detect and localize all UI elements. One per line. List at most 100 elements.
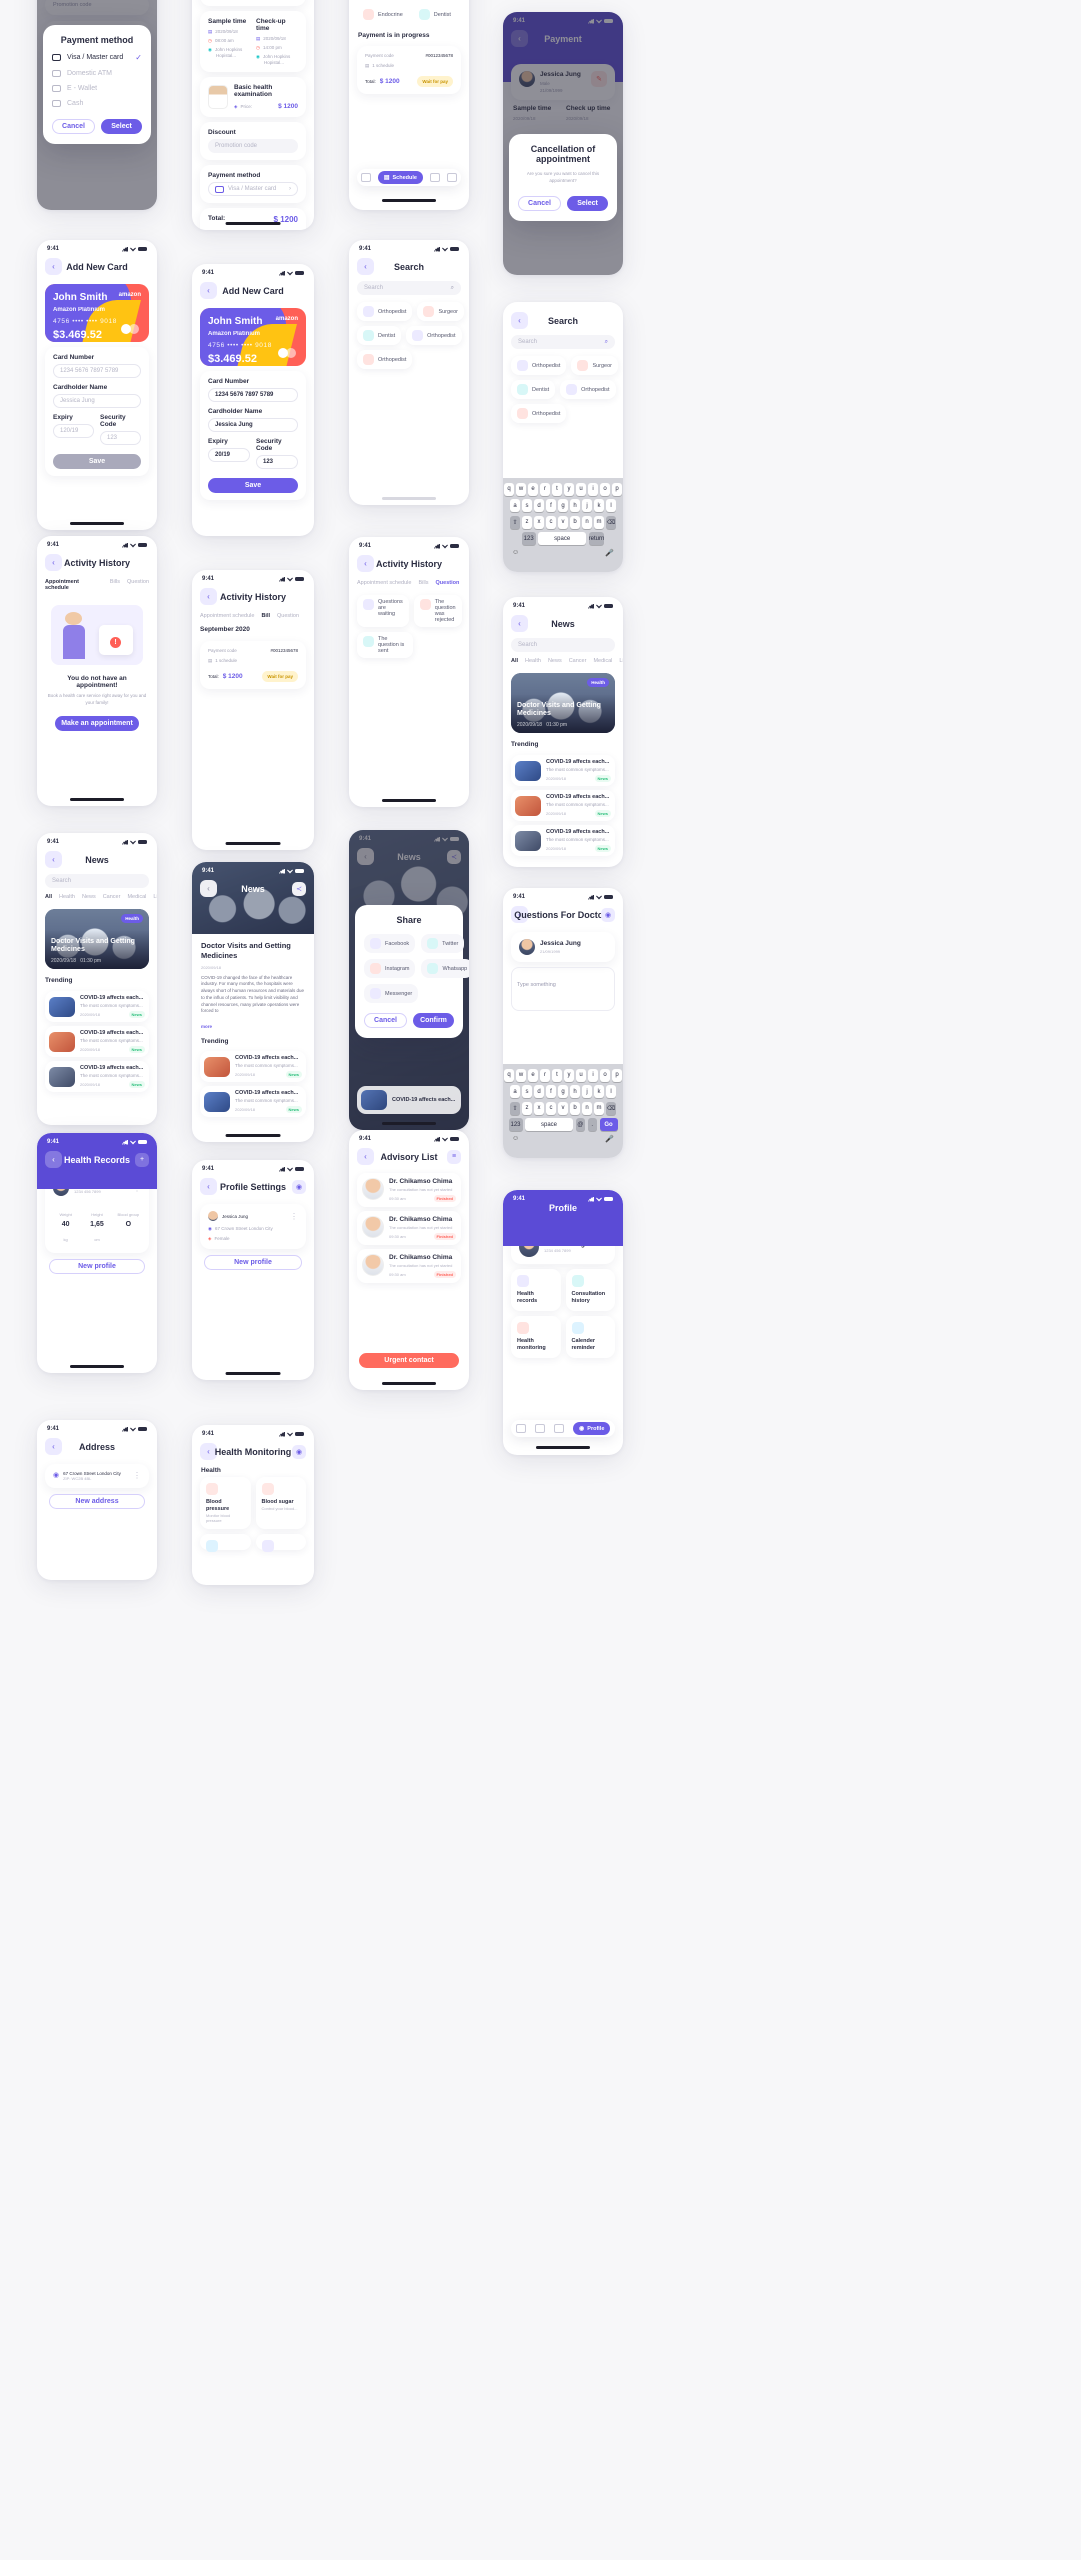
key-g[interactable]: g (558, 499, 568, 512)
profile-icon[interactable] (447, 173, 458, 182)
featured-article[interactable]: Health Doctor Visits and Getting Medicin… (511, 673, 615, 733)
key-x[interactable]: x (534, 515, 544, 529)
make-appointment-button[interactable]: Make an appointment (55, 716, 139, 732)
result-orthopedist[interactable]: Orthopedist (511, 356, 567, 375)
add-icon[interactable]: + (135, 1152, 149, 1167)
tile-health-monitoring[interactable]: Health monitoring (511, 1315, 561, 1358)
option-ewallet[interactable]: E - Wallet (52, 85, 142, 92)
back-icon[interactable]: ‹ (45, 258, 62, 275)
share-instagram[interactable]: Instagram (364, 959, 416, 978)
question-input[interactable]: Type something (517, 982, 556, 988)
key-s[interactable]: s (522, 1085, 532, 1098)
tile-health-records[interactable]: Health records (511, 1269, 561, 1311)
search-input[interactable]: Search ⌕ (511, 335, 615, 349)
tile-extra[interactable] (200, 1533, 251, 1552)
key-q[interactable]: q (504, 1068, 514, 1082)
key-n[interactable]: n (582, 1101, 592, 1115)
article-row[interactable]: COVID-19 affects each... The most common… (200, 1086, 306, 1117)
article-row[interactable]: COVID-19 affects each... The most common… (45, 1026, 149, 1057)
tab-bills[interactable]: Bills (110, 579, 120, 591)
go-key[interactable]: Go (599, 1118, 618, 1131)
key-p[interactable]: p (612, 1068, 622, 1082)
back-icon[interactable]: ‹ (200, 1443, 217, 1460)
back-icon[interactable]: ‹ (357, 1148, 374, 1165)
cancel-button[interactable]: Cancel (518, 195, 561, 211)
key-m[interactable]: m (594, 515, 604, 529)
article-row[interactable]: COVID-19 affects each... The most common… (511, 790, 615, 821)
key-h[interactable]: h (570, 499, 580, 512)
profile-card[interactable]: Jessica Jung ⋮ ◉ 67 Crown Street London C… (200, 1204, 306, 1249)
card-number-input[interactable]: 1234 5676 7897 5789 (208, 388, 298, 402)
tile-consultation-history[interactable]: Consultation history (565, 1269, 615, 1311)
tile-extra[interactable] (255, 1533, 306, 1552)
profile-tab[interactable]: ◉ Profile (573, 1422, 611, 1435)
key-l[interactable]: l (606, 1085, 616, 1098)
question-waiting[interactable]: Questions are waiting (357, 595, 409, 627)
article-row[interactable]: COVID-19 affects each... The most common… (511, 825, 615, 856)
advisory-row[interactable]: Dr. Chikamso Chima The consultation has … (357, 1211, 461, 1245)
share-facebook[interactable]: Facebook (364, 934, 416, 953)
user-icon[interactable]: ◉ (292, 1179, 306, 1194)
filter-cancer[interactable]: Cancer (103, 894, 121, 900)
filter-news[interactable]: News (548, 658, 562, 664)
tab-question[interactable]: Question (277, 613, 299, 619)
back-icon[interactable]: ‹ (511, 615, 528, 632)
cvv-input[interactable]: 123 (100, 431, 141, 445)
key-i[interactable]: i (588, 482, 598, 496)
cancel-button[interactable]: Cancel (364, 1013, 407, 1028)
home-icon[interactable] (360, 173, 371, 182)
share-icon[interactable]: ≺ (292, 881, 306, 896)
back-icon[interactable]: ‹ (200, 588, 217, 605)
urgent-contact-button[interactable]: Urgent contact (359, 1353, 459, 1368)
user-icon[interactable]: ◉ (601, 907, 615, 922)
chip-dentist[interactable]: Dentist (413, 5, 457, 24)
emoji-icon[interactable]: ☺ (512, 1135, 519, 1143)
key-o[interactable]: o (600, 482, 610, 496)
result-orthopedist-3[interactable]: Orthopedist (511, 404, 567, 423)
tab-bill[interactable]: Bill (261, 613, 270, 619)
key-m[interactable]: m (594, 1101, 604, 1115)
key-b[interactable]: b (570, 515, 580, 529)
confirm-button[interactable]: Confirm (413, 1013, 454, 1028)
tab-appointment[interactable]: Appointment schedule (357, 580, 411, 586)
tile-calendar-reminder[interactable]: Calender reminder (565, 1315, 615, 1358)
back-icon[interactable]: ‹ (45, 851, 62, 868)
filter-all[interactable]: All (45, 894, 52, 900)
key-j[interactable]: j (582, 1085, 592, 1098)
question-rejected[interactable]: The question was rejected (413, 595, 462, 627)
filter-cancer[interactable]: Cancer (569, 658, 587, 664)
space-key[interactable]: space (538, 532, 587, 545)
article-row[interactable]: COVID-19 affects each... The most common… (200, 1051, 306, 1082)
schedule-tab[interactable]: ▤ Schedule (377, 171, 423, 184)
tile-blood-pressure[interactable]: Blood pressure Monitor blood pressure (200, 1477, 251, 1529)
filter-medical[interactable]: Medical (593, 658, 612, 664)
result-orthopedist-2[interactable]: Orthopedist (560, 380, 616, 399)
address-card[interactable]: ◉ 67 Crown Street London City ZIP: WC2B … (45, 1464, 149, 1488)
cancel-button[interactable]: Cancel (52, 119, 95, 134)
expiry-input[interactable]: 120/19 (53, 424, 94, 438)
new-profile-button[interactable]: New profile (49, 1259, 145, 1274)
key-x[interactable]: x (534, 1101, 544, 1115)
back-icon[interactable]: ‹ (511, 312, 528, 329)
option-cash[interactable]: Cash (52, 100, 142, 107)
back-icon[interactable]: ‹ (200, 282, 217, 299)
back-icon[interactable]: ‹ (511, 906, 528, 923)
search-input[interactable]: Search ⌕ (357, 281, 461, 295)
share-twitter[interactable]: Twitter (421, 934, 465, 953)
holder-input[interactable]: Jessica Jung (208, 418, 298, 432)
key-t[interactable]: t (552, 1068, 562, 1082)
back-icon[interactable]: ‹ (45, 1151, 62, 1168)
more-icon[interactable]: ⋮ (290, 1212, 298, 1221)
result-orthopedist-2[interactable]: Orthopedist (406, 326, 462, 345)
key-z[interactable]: z (522, 1101, 532, 1115)
tab-appointment[interactable]: Appointment schedule (200, 613, 254, 619)
tab-appointment[interactable]: Appointment schedule (45, 579, 103, 591)
new-address-button[interactable]: New address (49, 1494, 145, 1509)
filter-health[interactable]: Health (59, 894, 75, 900)
key-a[interactable]: a (510, 1085, 520, 1098)
key-y[interactable]: y (564, 1068, 574, 1082)
filter-icon[interactable]: ≡ (447, 1149, 461, 1164)
key-n[interactable]: n (582, 515, 592, 529)
schedule-icon[interactable] (534, 1424, 545, 1433)
key-r[interactable]: r (540, 482, 550, 496)
